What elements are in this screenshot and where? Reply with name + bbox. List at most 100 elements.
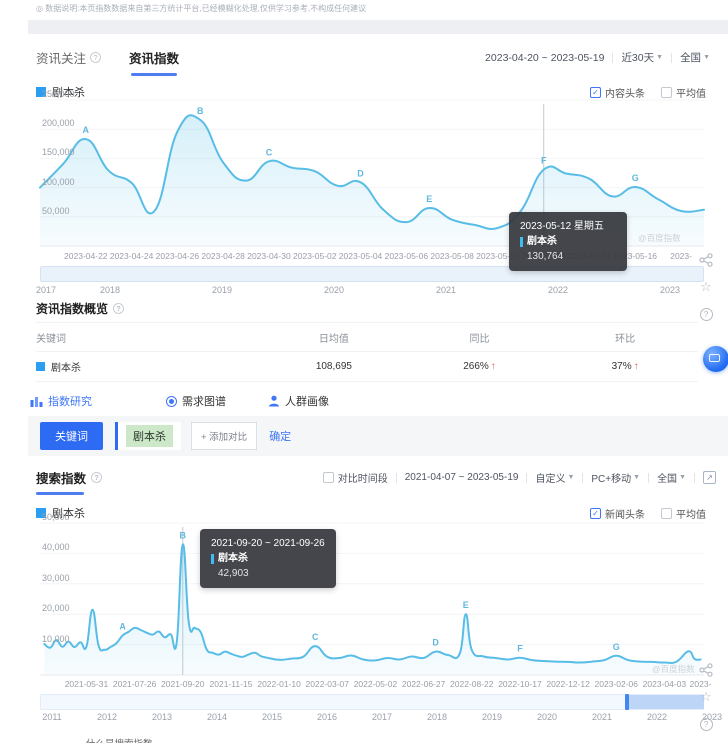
help-icon[interactable]: ?: [698, 716, 714, 732]
chevron-down-icon: ▼: [679, 474, 686, 481]
y-axis-label: 50,000: [42, 512, 70, 522]
y-axis-label: 30,000: [42, 573, 70, 583]
divider: [671, 53, 672, 63]
peak-marker-D: D: [432, 638, 439, 648]
x-axis-label: 2023-05-04: [339, 251, 382, 261]
star-icon[interactable]: ☆: [698, 689, 714, 705]
tab-news-attention[interactable]: 资讯关注 ?: [36, 48, 101, 67]
average-checkbox[interactable]: 平均值: [661, 506, 706, 521]
col-daily-avg: 日均值: [261, 330, 407, 345]
overview-title: 资讯指数概览 ?: [36, 300, 124, 317]
search-index-range-brush[interactable]: [40, 694, 704, 710]
news-index-trend-chart[interactable]: 2023-05-12 星期五 剧本杀 130,764 ABCDEFG50,000…: [40, 100, 704, 246]
checkbox-label: 平均值: [676, 85, 706, 100]
average-checkbox[interactable]: 平均值: [661, 85, 706, 100]
help-icon[interactable]: ?: [698, 306, 714, 322]
timeline-year-label: 2019: [482, 712, 502, 722]
nav-tab-index-research[interactable]: 指数研究: [30, 393, 92, 409]
star-icon[interactable]: ☆: [698, 279, 714, 295]
service-float-button[interactable]: [703, 346, 728, 372]
chart-action-rail: ☆ ?: [698, 252, 714, 322]
x-axis-label: 2022-06-27: [402, 679, 445, 689]
section-nav: 指数研究 需求图谱 人群画像: [30, 393, 329, 409]
keyword-input[interactable]: 剧本杀: [115, 422, 181, 450]
x-axis-label: 2022-08-22: [450, 679, 493, 689]
y-axis-label: 20,000: [42, 603, 70, 613]
tab-news-attention-label: 资讯关注: [36, 48, 86, 67]
info-icon[interactable]: ?: [90, 52, 101, 63]
share-icon[interactable]: [698, 662, 714, 678]
search-index-x-axis: 2021-05-312021-07-262021-09-202021-11-15…: [40, 679, 728, 691]
news-index-header: 资讯关注 ? 资讯指数 2023-04-20 ~ 2023-05-19 近30天…: [36, 48, 710, 67]
region-select[interactable]: 全国 ▼: [657, 470, 686, 485]
search-index-header: 搜索指数 ? 对比时间段 2021-04-07 ~ 2023-05-19 自定义…: [36, 468, 716, 487]
date-range-text: 2023-04-20 ~ 2023-05-19: [485, 52, 604, 64]
timeline-year-label: 2020: [537, 712, 557, 722]
region-value: 全国: [657, 470, 677, 485]
time-range-select[interactable]: 近30天 ▼: [621, 50, 663, 65]
disclaimer-text: ◎ 数据说明:本页指数数据来自第三方统计平台,已经模糊化处理,仅供学习参考,不构…: [36, 3, 366, 14]
x-axis-label: 2023-05-08: [430, 251, 473, 261]
peak-marker-E: E: [426, 194, 432, 204]
timeline-year-label: 2021: [436, 285, 456, 295]
chart-watermark: @百度指数: [638, 232, 681, 244]
peak-marker-A: A: [119, 621, 126, 631]
content-toutiao-checkbox[interactable]: ✓ 内容头条: [590, 85, 645, 100]
info-icon[interactable]: ?: [91, 472, 102, 483]
info-icon[interactable]: ?: [113, 303, 124, 314]
nav-tab-label: 指数研究: [48, 393, 92, 409]
table-row: 剧本杀 108,695 266%↑ 37%↑: [36, 352, 698, 382]
y-axis-label: 200,000: [42, 118, 75, 128]
y-axis-label: 40,000: [42, 542, 70, 552]
up-arrow-icon: ↑: [634, 361, 639, 372]
nav-tab-persona[interactable]: 人群画像: [268, 393, 329, 409]
nav-tab-demand-graph[interactable]: 需求图谱: [166, 393, 226, 409]
region-select[interactable]: 全国 ▼: [680, 50, 710, 65]
tooltip-series-name: 剧本杀: [527, 234, 557, 249]
keyword-tag[interactable]: 剧本杀: [126, 425, 173, 447]
nav-tab-label: 需求图谱: [182, 393, 226, 409]
up-arrow-icon: ↑: [491, 361, 496, 372]
timeline-year-label: 2020: [324, 285, 344, 295]
share-icon[interactable]: [698, 252, 714, 268]
keyword-button[interactable]: 关键词: [40, 422, 103, 450]
custom-range-value: 自定义: [535, 470, 565, 485]
divider-band: [28, 20, 728, 34]
tab-news-index[interactable]: 资讯指数: [129, 48, 179, 67]
mom-value: 37%: [612, 361, 632, 372]
brush-handle[interactable]: [625, 694, 629, 710]
export-icon[interactable]: ↗: [703, 471, 716, 484]
add-compare-button[interactable]: + 添加对比: [191, 422, 257, 450]
news-index-timeline: 2017201820192020202120222023: [40, 285, 728, 297]
y-axis-label: 150,000: [42, 147, 75, 157]
tooltip-date: 2023-05-12 星期五: [520, 219, 616, 234]
x-axis-label: 2022-03-07: [306, 679, 349, 689]
divider: [582, 473, 583, 483]
news-toutiao-checkbox[interactable]: ✓ 新闻头条: [590, 506, 645, 521]
search-index-title-text: 搜索指数: [36, 468, 86, 487]
timeline-year-label: 2015: [262, 712, 282, 722]
col-yoy: 同比: [407, 330, 553, 345]
nav-tab-label: 人群画像: [285, 393, 329, 409]
daily-avg-cell: 108,695: [261, 361, 407, 372]
mom-cell: 37%↑: [552, 361, 698, 372]
timeline-year-label: 2022: [548, 285, 568, 295]
x-axis-label: 2023-04-28: [201, 251, 244, 261]
chart-action-rail: ☆ ?: [698, 662, 714, 732]
brush-selected-range[interactable]: [628, 695, 704, 709]
search-index-trend-chart[interactable]: 2021-09-20 ~ 2021-09-26 剧本杀 42,903 ABCDE…: [40, 523, 704, 675]
yoy-value: 266%: [463, 361, 489, 372]
chevron-down-icon: ▼: [656, 54, 663, 61]
peak-marker-F: F: [517, 644, 523, 654]
peak-marker-G: G: [613, 642, 620, 652]
timeline-year-label: 2016: [317, 712, 337, 722]
chart-area-fill: [44, 544, 700, 675]
device-value: PC+移动: [591, 470, 631, 485]
custom-range-select[interactable]: 自定义 ▼: [535, 470, 574, 485]
x-axis-label: 2023-04-26: [156, 251, 199, 261]
device-select[interactable]: PC+移动 ▼: [591, 470, 640, 485]
chart-watermark: @百度指数: [652, 663, 695, 675]
bar-chart-icon: [30, 395, 43, 407]
confirm-button[interactable]: 确定: [269, 428, 291, 444]
compare-period-checkbox[interactable]: 对比时间段: [323, 470, 388, 485]
